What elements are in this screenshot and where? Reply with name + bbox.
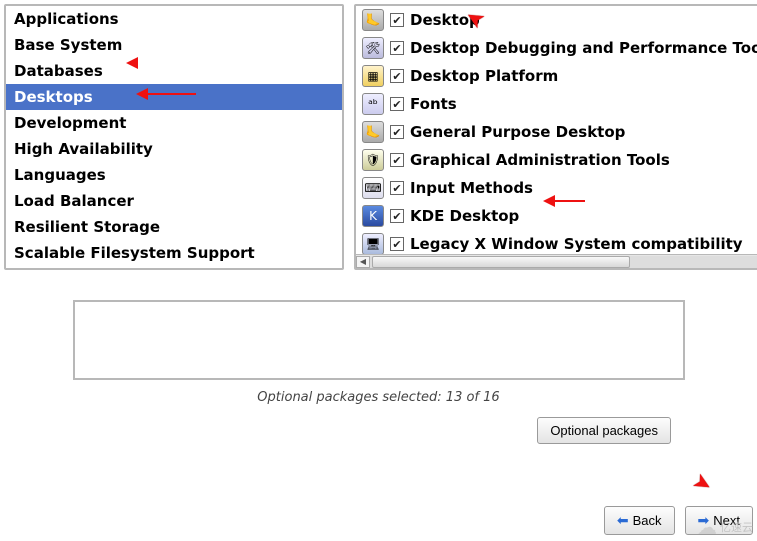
package-panel: 🦶 ✔ Desktop 🛠 ✔ Desktop Debugging and Perform…	[354, 4, 757, 270]
package-label: Fonts	[410, 95, 457, 113]
package-label: Desktop Debugging and Performance Tools	[410, 39, 757, 57]
category-item[interactable]: Desktops	[6, 84, 342, 110]
category-scroll[interactable]: ApplicationsBase SystemDatabasesDesktops…	[6, 6, 342, 268]
kde-icon: K	[362, 205, 384, 227]
package-checkbox[interactable]: ✔	[390, 97, 404, 111]
package-row[interactable]: ᵃᵇ ✔ Fonts	[356, 90, 757, 118]
package-checkbox[interactable]: ✔	[390, 209, 404, 223]
package-checkbox[interactable]: ✔	[390, 13, 404, 27]
package-row[interactable]: K ✔ KDE Desktop	[356, 202, 757, 230]
category-panel: ApplicationsBase SystemDatabasesDesktops…	[4, 4, 344, 270]
package-row[interactable]: 🦶 ✔ General Purpose Desktop	[356, 118, 757, 146]
package-scroll[interactable]: 🦶 ✔ Desktop 🛠 ✔ Desktop Debugging and Perform…	[356, 6, 757, 254]
cloud-icon: ☁	[697, 515, 717, 539]
back-label: Back	[633, 513, 662, 528]
package-label: General Purpose Desktop	[410, 123, 625, 141]
package-checkbox[interactable]: ✔	[390, 237, 404, 251]
package-label: Legacy X Window System compatibility	[410, 235, 743, 253]
keyboard-icon: ⌨	[362, 177, 384, 199]
optional-packages-button[interactable]: Optional packages	[537, 417, 671, 444]
foot-icon: 🦶	[362, 9, 384, 31]
arrow-left-icon: ⬅	[617, 512, 629, 529]
category-item[interactable]: Databases	[6, 58, 342, 84]
package-checkbox[interactable]: ✔	[390, 41, 404, 55]
watermark-text: 亿速云	[720, 519, 753, 535]
package-row[interactable]: ⌨ ✔ Input Methods	[356, 174, 757, 202]
monitor-icon: 🖥	[362, 233, 384, 254]
package-label: Graphical Administration Tools	[410, 151, 670, 169]
category-item[interactable]: Applications	[6, 6, 342, 32]
package-row[interactable]: ▦ ✔ Desktop Platform	[356, 62, 757, 90]
package-label: Input Methods	[410, 179, 533, 197]
package-hscrollbar[interactable]: ◀ ▶	[356, 254, 757, 268]
category-item[interactable]: Load Balancer	[6, 188, 342, 214]
hscroll-thumb[interactable]	[372, 256, 630, 268]
package-checkbox[interactable]: ✔	[390, 69, 404, 83]
category-item[interactable]: Languages	[6, 162, 342, 188]
package-checkbox[interactable]: ✔	[390, 125, 404, 139]
foot-icon: 🦶	[362, 121, 384, 143]
package-label: KDE Desktop	[410, 207, 519, 225]
package-row[interactable]: 🛠 ✔ Desktop Debugging and Performance Tool…	[356, 34, 757, 62]
optional-packages-count: Optional packages selected: 13 of 16	[0, 390, 757, 405]
back-button[interactable]: ⬅ Back	[604, 506, 675, 535]
optional-packages-label: Optional packages	[550, 423, 658, 438]
description-box	[73, 300, 685, 380]
category-item[interactable]: Scalable Filesystem Support	[6, 240, 342, 266]
tools-icon: 🛠	[362, 37, 384, 59]
shield-icon: 🛡	[362, 149, 384, 171]
annotation-arrow-icon: ➤	[688, 468, 716, 499]
watermark: ☁ 亿速云	[697, 515, 753, 539]
category-item[interactable]: Base System	[6, 32, 342, 58]
package-row[interactable]: 🛡 ✔ Graphical Administration Tools	[356, 146, 757, 174]
platform-icon: ▦	[362, 65, 384, 87]
fonts-icon: ᵃᵇ	[362, 93, 384, 115]
package-list: 🦶 ✔ Desktop 🛠 ✔ Desktop Debugging and Perform…	[356, 6, 757, 254]
package-row[interactable]: 🦶 ✔ Desktop	[356, 6, 757, 34]
package-checkbox[interactable]: ✔	[390, 153, 404, 167]
package-label: Desktop Platform	[410, 67, 558, 85]
category-list: ApplicationsBase SystemDatabasesDesktops…	[6, 6, 342, 266]
category-item[interactable]: Development	[6, 110, 342, 136]
package-label: Desktop	[410, 11, 480, 29]
package-row[interactable]: 🖥 ✔ Legacy X Window System compatibility	[356, 230, 757, 254]
category-item[interactable]: High Availability	[6, 136, 342, 162]
package-checkbox[interactable]: ✔	[390, 181, 404, 195]
category-item[interactable]: Resilient Storage	[6, 214, 342, 240]
scroll-left-icon[interactable]: ◀	[356, 256, 370, 268]
